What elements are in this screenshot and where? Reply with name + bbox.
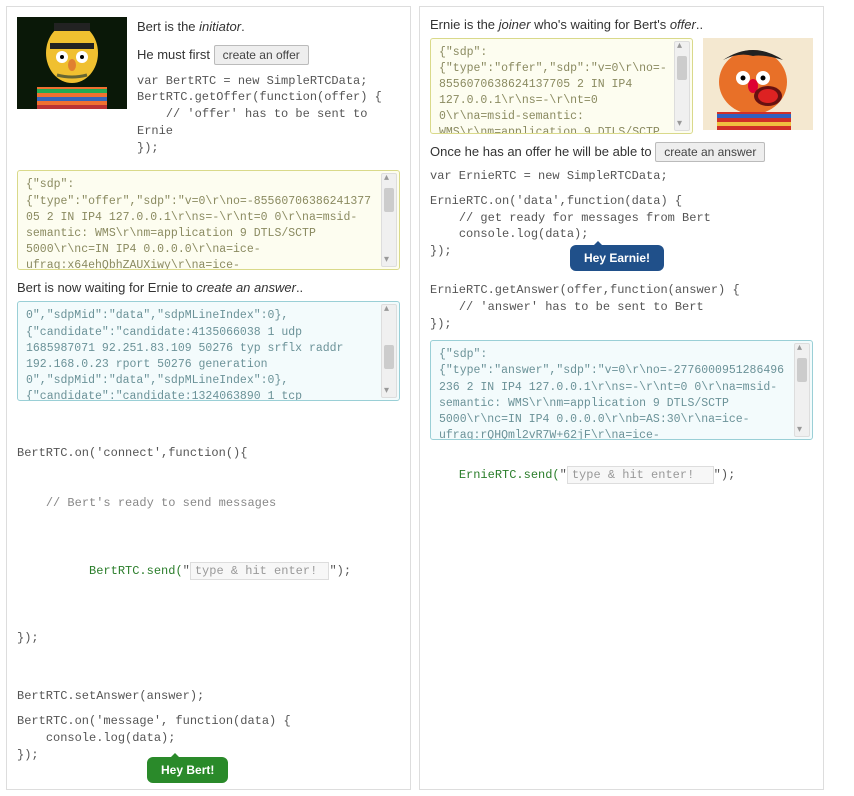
bert-code-setanswer: BertRTC.setAnswer(answer); [17,688,400,705]
offer-em: offer [670,17,696,32]
ernie-header: {"sdp":{"type":"offer","sdp":"v=0\r\no=-… [430,38,813,134]
bert-code-connect: BertRTC.on('connect',function(){ // Bert… [17,411,400,680]
sdp-content: {"sdp":{"type":"offer","sdp":"v=0\r\no=-… [439,45,684,134]
line-comment: // Bert's ready to send messages [17,495,400,512]
ernie-speech-bubble: Hey Earnie! [570,245,664,271]
sdp-content: {"sdp":{"type":"answer","sdp":"v=0\r\no=… [439,347,804,440]
text: ); [721,468,735,482]
text: He must first [137,47,210,62]
ernie-answer-sdp-box[interactable]: {"sdp":{"type":"answer","sdp":"v=0\r\no=… [430,340,813,440]
ernie-once-text: Once he has an offer he will be able to … [430,142,813,162]
joiner-em: joiner [499,17,531,32]
ernie-code-getanswer: ErnieRTC.getAnswer(offer,function(answer… [430,282,813,332]
ernie-ondata-wrap: ErnieRTC.on('data',function(data) { // g… [430,193,813,260]
ernie-offer-sdp-box[interactable]: {"sdp":{"type":"offer","sdp":"v=0\r\no=-… [430,38,693,134]
text: who's waiting for Bert's [530,17,669,32]
bert-panel: Bert is the initiator. He must first cre… [6,6,411,790]
scrollbar[interactable] [381,304,397,398]
text: Once he has an offer he will be able to [430,144,652,159]
ernie-send-line: ErnieRTC.send("type & hit enter! "); [430,450,813,500]
initiator-em: initiator [199,19,241,34]
text: Bert is now waiting for Ernie to [17,280,196,295]
send-call: ErnieRTC.send( [459,468,560,482]
ernie-intro: Ernie is the joiner who's waiting for Be… [430,17,813,32]
ernie-panel: Ernie is the joiner who's waiting for Be… [419,6,824,790]
ernie-code-new: var ErnieRTC = new SimpleRTCData; [430,168,813,185]
bert-avatar [17,17,127,109]
bert-intro: Bert is the initiator. He must first cre… [137,17,400,164]
create-answer-button[interactable]: create an answer [655,142,765,162]
text: .. [696,17,703,32]
create-answer-em: create an answer [196,280,296,295]
scrollbar[interactable] [674,41,690,131]
text: ); [337,564,351,578]
line: }); [17,630,400,647]
text: .. [296,280,303,295]
send-call: BertRTC.send( [60,564,182,578]
ernie-send-input[interactable]: type & hit enter! [567,466,714,484]
text: Bert is the [137,19,199,34]
bert-speech-bubble: Hey Bert! [147,757,228,783]
text: . [241,19,245,34]
bert-code-getoffer: var BertRTC = new SimpleRTCData; BertRTC… [137,73,400,157]
ernie-avatar [703,38,813,130]
create-offer-button[interactable]: create an offer [214,45,309,65]
bert-ice-sdp-box[interactable]: 0","sdpMid":"data","sdpMLineIndex":0}, {… [17,301,400,401]
scrollbar[interactable] [381,173,397,267]
sdp-content: {"sdp":{"type":"offer","sdp":"v=0\r\no=-… [26,177,391,270]
line: BertRTC.on('connect',function(){ [17,445,400,462]
scrollbar[interactable] [794,343,810,437]
line: BertRTC.send("type & hit enter! "); [17,546,400,596]
bert-code-onmessage: BertRTC.on('message', function(data) { c… [17,713,400,763]
bert-send-input[interactable]: type & hit enter! [190,562,330,580]
bert-waiting-text: Bert is now waiting for Ernie to create … [17,280,400,295]
sdp-content: 0","sdpMid":"data","sdpMLineIndex":0}, {… [26,308,391,401]
bert-offer-sdp-box[interactable]: {"sdp":{"type":"offer","sdp":"v=0\r\no=-… [17,170,400,270]
text: Ernie is the [430,17,499,32]
bert-header: Bert is the initiator. He must first cre… [17,17,400,164]
